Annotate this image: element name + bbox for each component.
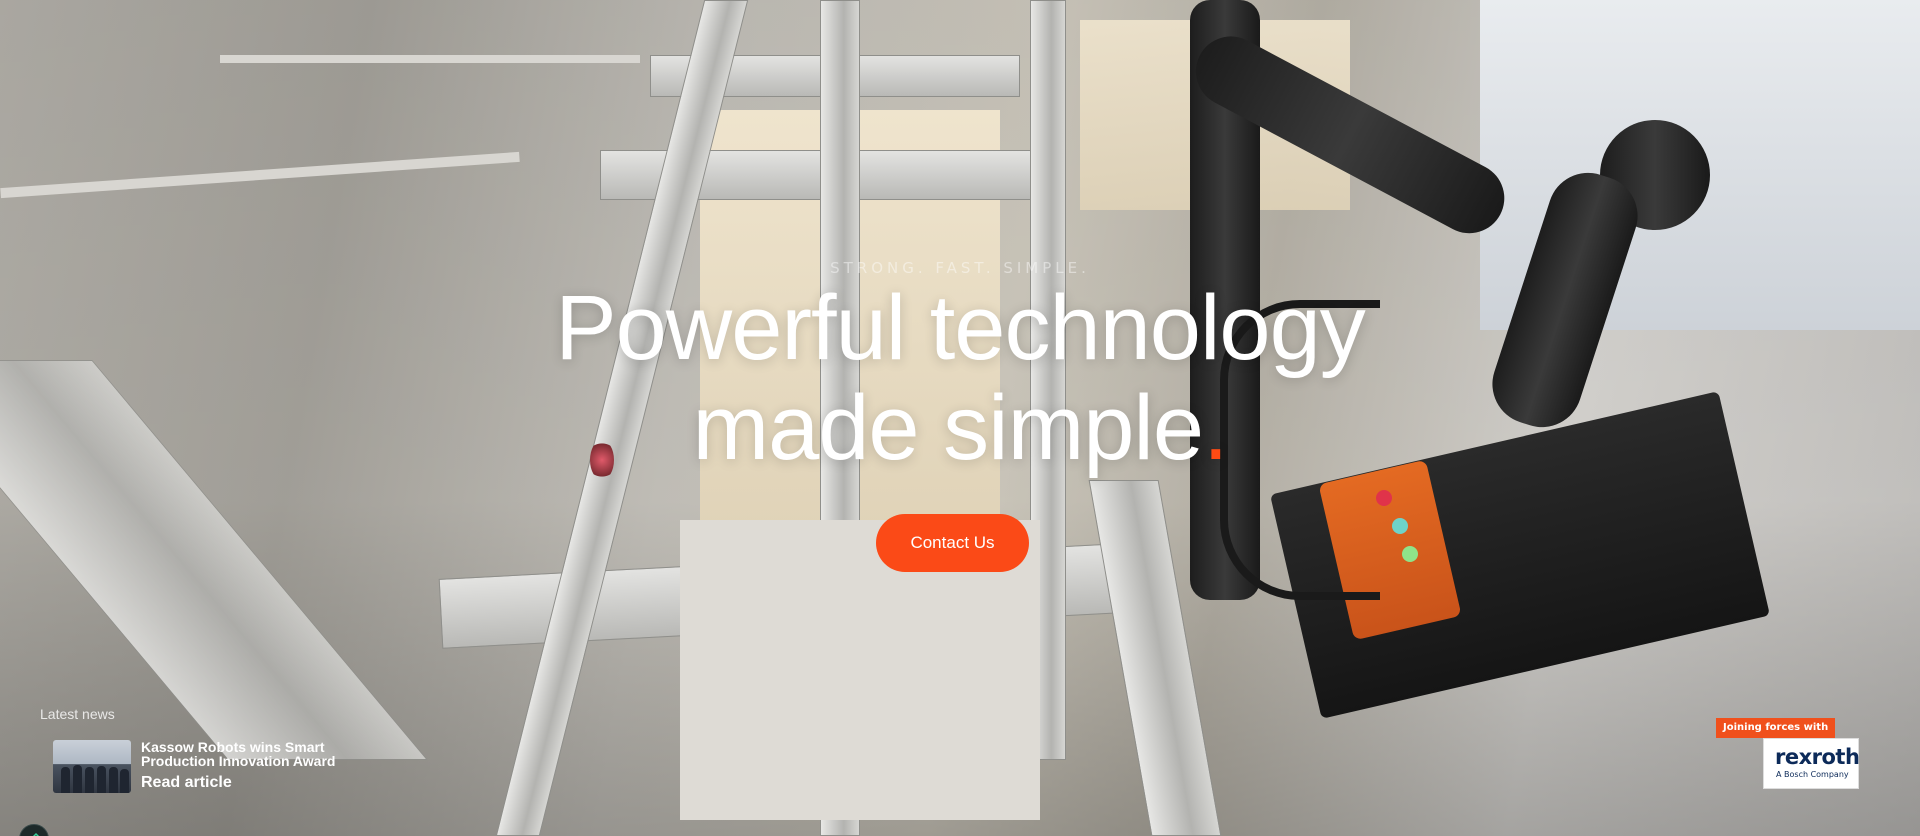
edit-icon [32, 832, 40, 836]
status-light [1392, 518, 1408, 534]
headline-line-2: made simple [692, 377, 1204, 479]
contact-us-button[interactable]: Contact Us [876, 514, 1029, 572]
headline-line-1: Powerful technology [555, 277, 1365, 379]
latest-news-label: Latest news [40, 706, 115, 722]
floor-stripe [220, 55, 640, 63]
logo-subtext: A Bosch Company [1776, 770, 1849, 779]
headline-accent-dot: . [1202, 377, 1229, 479]
status-light [1402, 546, 1418, 562]
news-thumbnail[interactable] [53, 740, 131, 793]
news-card[interactable]: Kassow Robots wins Smart Production Inno… [53, 740, 353, 796]
floor-stripe [0, 151, 520, 199]
rexroth-logo[interactable]: rexroth A Bosch Company [1763, 738, 1860, 789]
read-article-link[interactable]: Read article [141, 774, 232, 792]
logo-wordmark: rexroth [1775, 745, 1860, 769]
hero-headline: Powerful technology made simple. [0, 278, 1920, 478]
hero-tagline: STRONG. FAST. SIMPLE. [830, 259, 1090, 277]
news-title[interactable]: Kassow Robots wins Smart Production Inno… [141, 740, 351, 768]
partner-badge: Joining forces with [1716, 718, 1836, 738]
